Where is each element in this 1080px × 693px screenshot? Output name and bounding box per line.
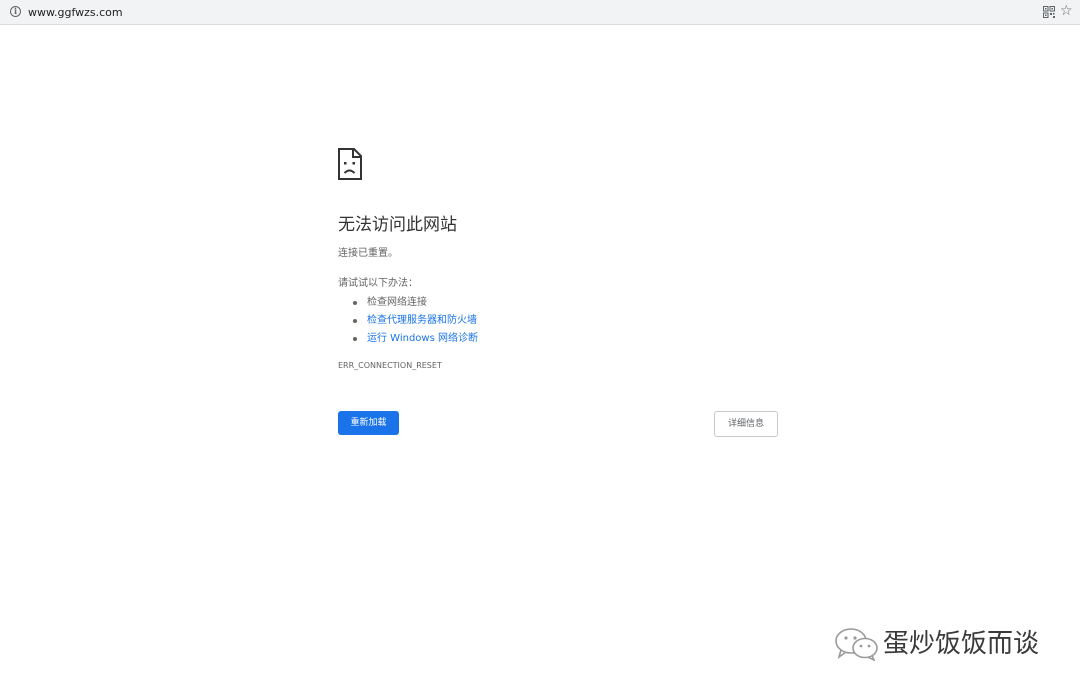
sad-page-icon	[338, 148, 362, 180]
info-icon[interactable]: i	[10, 6, 21, 17]
url-text[interactable]: www.ggfwzs.com	[28, 5, 123, 20]
bullet-icon	[353, 301, 357, 305]
error-title: 无法访问此网站	[338, 215, 457, 235]
suggestion-check-proxy-link[interactable]: 检查代理服务器和防火墙	[367, 315, 477, 326]
star-icon[interactable]: ☆	[1060, 3, 1073, 20]
suggestion-check-network: 检查网络连接	[367, 297, 427, 308]
suggestion-item: 检查网络连接	[353, 294, 478, 312]
error-summary: 连接已重置。	[338, 248, 398, 259]
watermark: 蛋炒饭饭而谈	[834, 625, 1074, 665]
address-bar[interactable]: i www.ggfwzs.com ☆	[0, 0, 1080, 25]
suggestion-network-diagnostics-link[interactable]: 运行 Windows 网络诊断	[367, 333, 478, 344]
watermark-text: 蛋炒饭饭而谈	[883, 629, 1040, 659]
reload-button[interactable]: 重新加载	[338, 411, 399, 435]
suggestion-item[interactable]: 检查代理服务器和防火墙	[353, 312, 478, 330]
details-button[interactable]: 详细信息	[714, 411, 778, 437]
try-label: 请试试以下办法：	[338, 278, 418, 289]
bullet-icon	[353, 337, 357, 341]
error-code: ERR_CONNECTION_RESET	[338, 361, 442, 370]
wechat-icon	[835, 628, 878, 661]
qr-code-icon[interactable]	[1043, 6, 1055, 18]
bullet-icon	[353, 319, 357, 323]
suggestion-item[interactable]: 运行 Windows 网络诊断	[353, 330, 478, 348]
suggestion-list: 检查网络连接 检查代理服务器和防火墙 运行 Windows 网络诊断	[353, 294, 478, 348]
